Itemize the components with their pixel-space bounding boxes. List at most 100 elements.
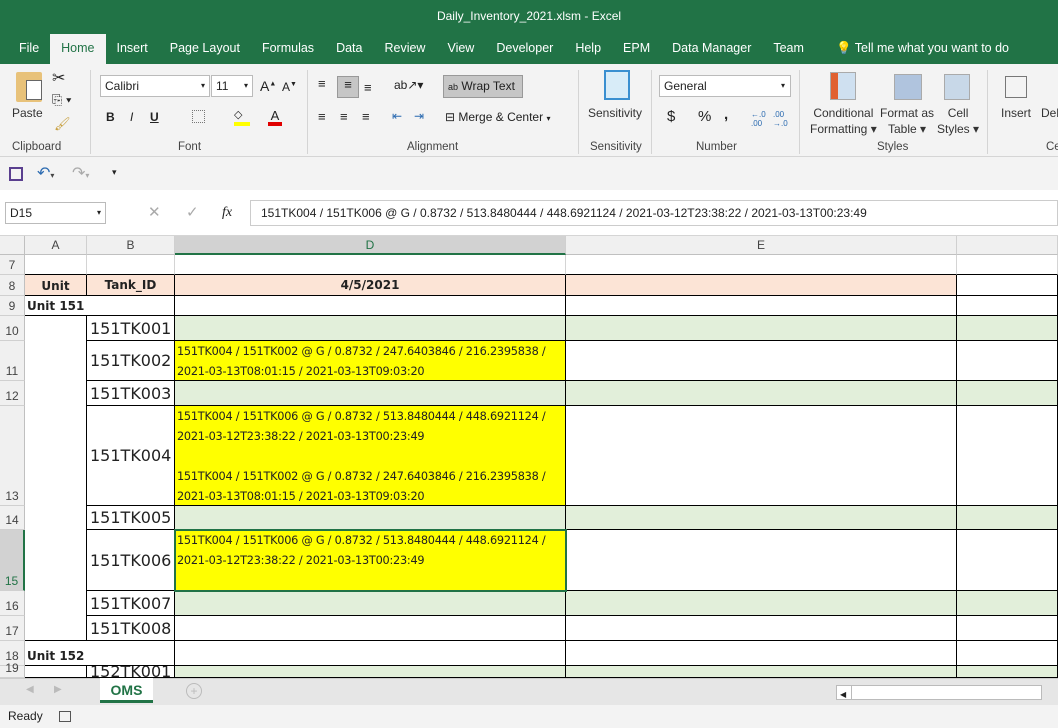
row-header-19[interactable]: 19	[0, 661, 25, 678]
insert-cells-button[interactable]: Insert	[1001, 106, 1031, 120]
cell-d11[interactable]: 151TK004 / 151TK002 @ G / 0.8732 / 247.6…	[175, 341, 566, 381]
cell-b19[interactable]: 152TK001	[87, 666, 175, 678]
cell-e13[interactable]	[566, 406, 957, 506]
cell-a8[interactable]: Unit	[25, 275, 87, 296]
tab-formulas[interactable]: Formulas	[251, 34, 325, 64]
cell-f9[interactable]	[957, 296, 1058, 316]
number-format-dropdown[interactable]: General ▾	[659, 75, 791, 97]
currency-button[interactable]: $	[667, 108, 675, 125]
cell-f19[interactable]	[957, 666, 1058, 678]
sheet-tab-oms[interactable]: OMS	[100, 678, 153, 703]
cell-e10[interactable]	[566, 316, 957, 341]
tab-epm[interactable]: EPM	[612, 34, 661, 64]
cell-a10[interactable]	[25, 316, 87, 341]
macro-record-icon[interactable]	[59, 711, 71, 722]
cell-e7[interactable]	[566, 255, 957, 275]
cell-f7[interactable]	[957, 255, 1058, 275]
row-header-13[interactable]: 13	[0, 406, 25, 506]
tab-home[interactable]: Home	[50, 34, 106, 64]
format-painter-icon[interactable]: 🖌	[54, 116, 71, 132]
row-header-14[interactable]: 14	[0, 506, 25, 530]
tab-data[interactable]: Data	[325, 34, 373, 64]
tab-insert[interactable]: Insert	[106, 34, 159, 64]
cell-a13[interactable]	[25, 406, 87, 506]
tab-file[interactable]: File	[8, 34, 50, 64]
tab-page-layout[interactable]: Page Layout	[159, 34, 251, 64]
cell-d13[interactable]: 151TK004 / 151TK006 @ G / 0.8732 / 513.8…	[175, 406, 566, 506]
cancel-icon[interactable]: ✕	[148, 203, 161, 221]
cell-f14[interactable]	[957, 506, 1058, 530]
enter-icon[interactable]: ✓	[186, 203, 199, 221]
paste-icon[interactable]	[16, 72, 42, 102]
row-header-16[interactable]: 16	[0, 591, 25, 616]
align-left-icon[interactable]: ≡	[318, 109, 326, 124]
cell-b18[interactable]	[87, 641, 175, 666]
sensitivity-icon[interactable]	[604, 70, 630, 100]
column-header-a[interactable]: A	[25, 236, 87, 255]
cut-icon[interactable]: ✂	[52, 68, 65, 88]
conditional-formatting-button[interactable]: Conditional Formatting ▾	[810, 105, 877, 137]
tab-data-manager[interactable]: Data Manager	[661, 34, 762, 64]
cell-f12[interactable]	[957, 381, 1058, 406]
merge-center-button[interactable]: ⊟ Merge & Center ▾	[445, 110, 550, 124]
cell-d10[interactable]	[175, 316, 566, 341]
cell-f11[interactable]	[957, 341, 1058, 381]
cell-f17[interactable]	[957, 616, 1058, 641]
cell-d12[interactable]	[175, 381, 566, 406]
formula-input[interactable]: 151TK004 / 151TK006 @ G / 0.8732 / 513.8…	[250, 200, 1058, 226]
cell-styles-icon[interactable]	[944, 74, 970, 100]
cell-b14[interactable]: 151TK005	[87, 506, 175, 530]
cell-d19[interactable]	[175, 666, 566, 678]
column-header-f[interactable]	[957, 236, 1058, 255]
cell-b11[interactable]: 151TK002	[87, 341, 175, 381]
cell-a7[interactable]	[25, 255, 87, 275]
cell-d16[interactable]	[175, 591, 566, 616]
middle-align-icon[interactable]: ≡	[337, 76, 359, 98]
decrease-indent-icon[interactable]: ⇤	[392, 109, 402, 123]
cell-a12[interactable]	[25, 381, 87, 406]
align-right-icon[interactable]: ≡	[362, 109, 370, 124]
horizontal-scrollbar[interactable]: ◀	[836, 685, 1042, 700]
cell-d17[interactable]	[175, 616, 566, 641]
copy-icon[interactable]: ⎘ ▾	[52, 92, 71, 108]
redo-icon[interactable]: ↷▾	[72, 163, 89, 183]
insert-function-button[interactable]: fx	[222, 205, 232, 221]
save-icon[interactable]	[9, 167, 23, 181]
row-header-12[interactable]: 12	[0, 381, 25, 406]
decrease-font-icon[interactable]: A▼	[282, 80, 297, 94]
cell-a19[interactable]	[25, 666, 87, 678]
font-color-icon[interactable]: A	[268, 108, 282, 126]
bold-button[interactable]: B	[106, 110, 115, 124]
fill-color-icon[interactable]: ◇	[234, 108, 250, 126]
cell-f13[interactable]	[957, 406, 1058, 506]
bottom-align-icon[interactable]: ≡	[364, 80, 372, 95]
cell-b12[interactable]: 151TK003	[87, 381, 175, 406]
cell-d7[interactable]	[175, 255, 566, 275]
cell-d9[interactable]	[175, 296, 566, 316]
comma-button[interactable]: ,	[724, 106, 728, 123]
cell-b15[interactable]: 151TK006	[87, 530, 175, 591]
format-as-table-icon[interactable]	[894, 74, 922, 100]
column-header-e[interactable]: E	[566, 236, 957, 255]
cell-b8[interactable]: Tank_ID	[87, 275, 175, 296]
row-header-10[interactable]: 10	[0, 316, 25, 341]
cell-a15[interactable]	[25, 530, 87, 591]
cell-d8[interactable]: 4/5/2021	[175, 275, 566, 296]
cell-e12[interactable]	[566, 381, 957, 406]
tell-me-search[interactable]: 💡 Tell me what you want to do	[825, 34, 1020, 64]
name-box[interactable]: D15 ▾	[5, 202, 106, 224]
center-icon[interactable]: ≡	[340, 109, 348, 124]
cell-e9[interactable]	[566, 296, 957, 316]
scroll-sheets-right-icon[interactable]: ▶	[54, 684, 62, 695]
row-header-15[interactable]: 15	[0, 530, 25, 591]
column-header-d[interactable]: D	[175, 236, 566, 255]
wrap-text-button[interactable]: ab Wrap Text	[443, 75, 523, 98]
customize-qat-icon[interactable]: ▾	[112, 167, 117, 178]
cell-b16[interactable]: 151TK007	[87, 591, 175, 616]
borders-icon[interactable]	[192, 110, 205, 123]
tab-view[interactable]: View	[436, 34, 485, 64]
cell-e18[interactable]	[566, 641, 957, 666]
cell-d14[interactable]	[175, 506, 566, 530]
column-header-b[interactable]: B	[87, 236, 175, 255]
underline-button[interactable]: U	[150, 110, 159, 124]
